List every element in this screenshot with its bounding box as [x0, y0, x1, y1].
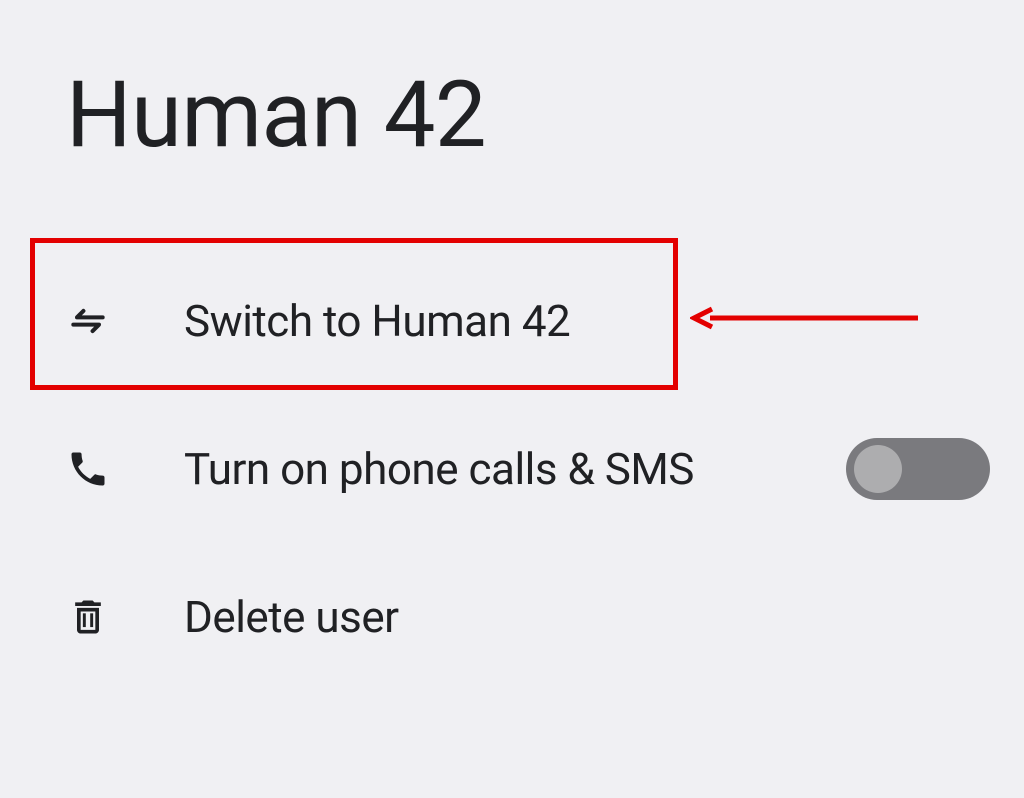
phone-sms-toggle[interactable] [846, 438, 990, 500]
phone-sms-label: Turn on phone calls & SMS [184, 443, 694, 495]
delete-user-label: Delete user [184, 591, 399, 643]
page-title: Human 42 [0, 0, 1024, 169]
switch-user-label: Switch to Human 42 [184, 295, 570, 347]
switch-user-row[interactable]: Switch to Human 42 [0, 247, 1024, 395]
phone-icon [66, 447, 116, 491]
options-list: Switch to Human 42 Turn on phone calls &… [0, 247, 1024, 691]
phone-sms-row[interactable]: Turn on phone calls & SMS [0, 395, 1024, 543]
toggle-knob [854, 445, 902, 493]
swap-icon [66, 299, 116, 343]
trash-icon [66, 595, 116, 639]
delete-user-row[interactable]: Delete user [0, 543, 1024, 691]
